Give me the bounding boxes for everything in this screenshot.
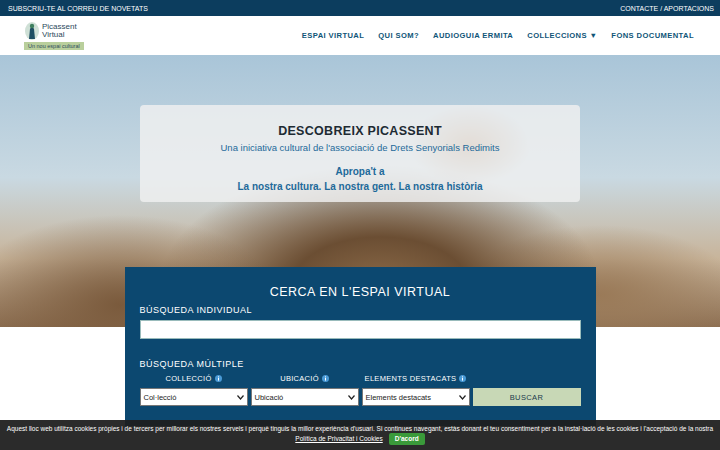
individual-search-input[interactable] <box>140 320 581 339</box>
info-icon <box>459 375 466 382</box>
nav-item[interactable]: ESPAI VIRTUAL <box>302 31 364 40</box>
hero-lead: Apropa't a <box>150 166 570 177</box>
info-icon <box>322 375 329 382</box>
hero-subtitle: Una iniciativa cultural de l'associació … <box>150 142 570 153</box>
filter-label-row: COLLECCIÓ <box>140 374 248 383</box>
filter-select[interactable]: Elements destacats <box>362 388 470 406</box>
filter-select[interactable]: Ubicació <box>251 388 359 406</box>
filter-label-row: UBICACIÓ <box>251 374 359 383</box>
hero-motto: La nostra cultura. La nostra gent. La no… <box>150 181 570 192</box>
hero-title: DESCOBREIX PICASSENT <box>150 124 570 138</box>
hero-card: DESCOBREIX PICASSENT Una iniciativa cultu… <box>140 105 580 202</box>
site-header: PicassentVirtual Un nou espai cultural ESP… <box>0 16 720 55</box>
nav-item[interactable]: COLLECCIONS ▼ <box>527 31 597 40</box>
select-value: Ubicació <box>255 393 284 402</box>
individual-label: BÚSQUEDA INDIVIDUAL <box>140 305 581 315</box>
multiple-label: BÚSQUEDA MÚLTIPLE <box>140 359 581 369</box>
cookie-text: Aquest lloc web utilitza cookies pròpies… <box>7 425 713 432</box>
contact-link[interactable]: CONTACTE / APORTACIONS <box>620 5 714 12</box>
filter-label: COLLECCIÓ <box>165 374 211 383</box>
search-button[interactable]: BUSCAR <box>473 388 581 406</box>
filter-label: ELEMENTS DESTACATS <box>365 374 457 383</box>
nav-item[interactable]: AUDIOGUIA ERMITA <box>433 31 513 40</box>
subscribe-link[interactable]: SUBSCRIU-TE AL CORREU DE NOVETATS <box>8 5 148 12</box>
filter: ELEMENTS DESTACATS Elements destacats <box>362 374 470 406</box>
filter-select[interactable]: Col·lecció <box>140 388 248 406</box>
search-title: CERCA EN L'ESPAI VIRTUAL <box>140 285 581 299</box>
accept-button[interactable]: D'acord <box>389 433 425 445</box>
search-panel: CERCA EN L'ESPAI VIRTUAL BÚSQUEDA INDIVID… <box>125 267 596 426</box>
filter: UBICACIÓ Ubicació <box>251 374 359 406</box>
filter-label-row: ELEMENTS DESTACATS <box>362 374 470 383</box>
nav-item[interactable]: FONS DOCUMENTAL <box>611 31 694 40</box>
top-bar: SUBSCRIU-TE AL CORREU DE NOVETATS CONTACT… <box>0 0 720 16</box>
site-logo[interactable]: PicassentVirtual Un nou espai cultural <box>24 21 84 50</box>
main-nav: ESPAI VIRTUAL QUI SOM? AUDIOGUIA ERMITA COL… <box>302 31 694 40</box>
filter: COLLECCIÓ Col·lecció <box>140 374 248 406</box>
filter-label: UBICACIÓ <box>280 374 319 383</box>
chevron-icon <box>237 395 244 400</box>
nav-item[interactable]: QUI SOM? <box>378 31 419 40</box>
logo-subtitle: Virtual <box>42 31 77 39</box>
logo-tagline: Un nou espai cultural <box>24 42 84 50</box>
select-value: Col·lecció <box>144 393 177 402</box>
select-value: Elements destacats <box>366 393 431 402</box>
info-icon <box>215 375 222 382</box>
cookie-bar: Aquest lloc web utilitza cookies pròpies… <box>0 420 720 450</box>
figure-icon <box>24 21 40 41</box>
chevron-icon <box>459 395 466 400</box>
chevron-icon <box>348 395 355 400</box>
logo-title: Picassent <box>42 23 77 31</box>
privacy-link[interactable]: Política de Privacitat i Cookies <box>295 435 382 442</box>
filter-row: COLLECCIÓ Col·lecció UBICACIÓ Ubicació ELEME… <box>140 374 581 406</box>
